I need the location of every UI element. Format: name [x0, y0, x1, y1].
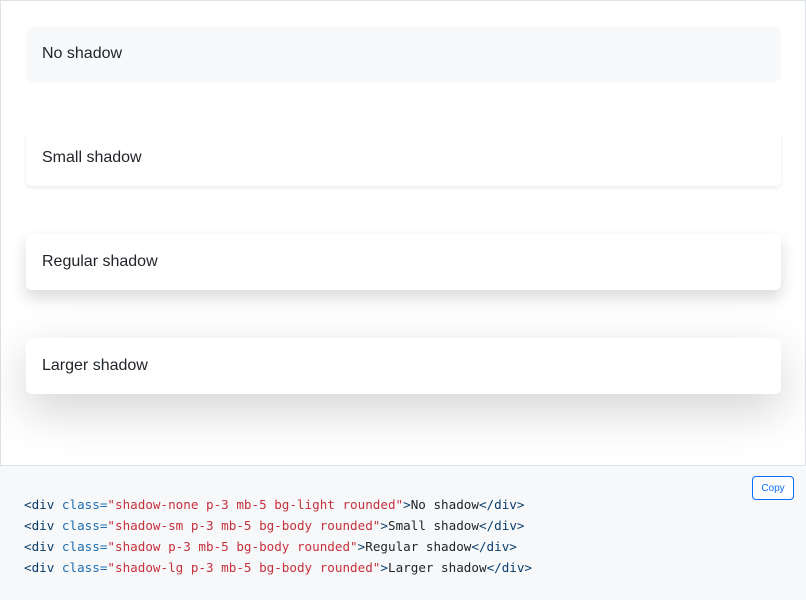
regular-shadow-box: Regular shadow	[26, 234, 781, 290]
no-shadow-label: No shadow	[42, 45, 123, 62]
shadow-examples-panel: No shadow Small shadow Regular shadow La…	[0, 0, 806, 465]
code-line: <div class="shadow-sm p-3 mb-5 bg-body r…	[24, 518, 525, 533]
small-shadow-label: Small shadow	[42, 149, 142, 166]
no-shadow-box: No shadow	[26, 26, 781, 82]
code-block[interactable]: <div class="shadow-none p-3 mb-5 bg-ligh…	[24, 494, 532, 578]
copy-button[interactable]: Copy	[752, 476, 794, 500]
code-line: <div class="shadow p-3 mb-5 bg-body roun…	[24, 539, 517, 554]
code-line: <div class="shadow-lg p-3 mb-5 bg-body r…	[24, 560, 533, 575]
code-snippet-panel: Copy <div class="shadow-none p-3 mb-5 bg…	[0, 465, 806, 600]
regular-shadow-label: Regular shadow	[42, 253, 158, 270]
code-line: <div class="shadow-none p-3 mb-5 bg-ligh…	[24, 497, 525, 512]
small-shadow-box: Small shadow	[26, 130, 781, 186]
larger-shadow-label: Larger shadow	[42, 357, 148, 374]
larger-shadow-box: Larger shadow	[26, 338, 781, 394]
